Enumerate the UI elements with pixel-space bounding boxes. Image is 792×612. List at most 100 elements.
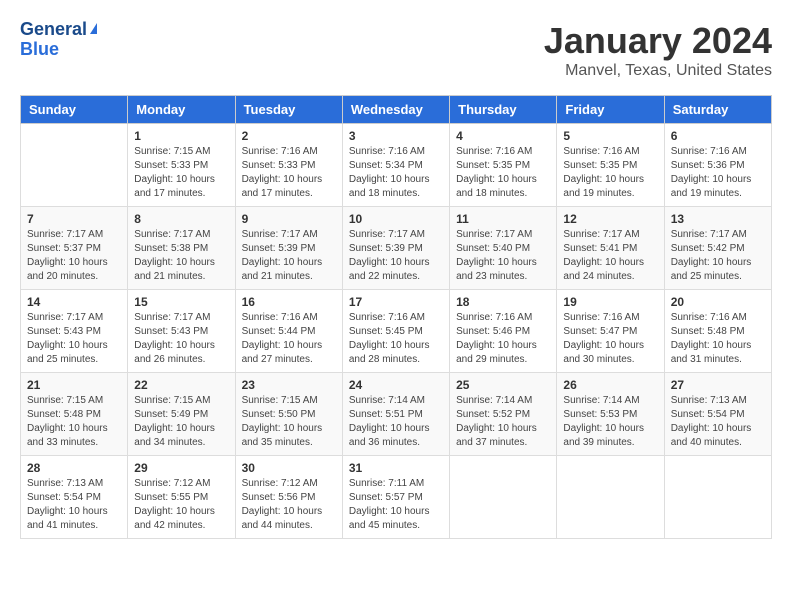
calendar-cell: 16 Sunrise: 7:16 AMSunset: 5:44 PMDayligh… [235, 290, 342, 373]
calendar-cell: 5Sunrise: 7:16 AMSunset: 5:35 PMDaylight… [557, 124, 664, 207]
day-number: 10 [349, 212, 443, 226]
weekday-header-row: SundayMondayTuesdayWednesdayThursdayFrid… [21, 96, 772, 124]
calendar-cell: 11Sunrise: 7:17 AMSunset: 5:40 PMDayligh… [450, 207, 557, 290]
calendar-cell: 4 Sunrise: 7:16 AMSunset: 5:35 PMDaylight… [450, 124, 557, 207]
day-number: 24 [349, 378, 443, 392]
day-info: Sunrise: 7:12 AMSunset: 5:55 PMDaylight:… [134, 477, 228, 533]
calendar-cell: 31 Sunrise: 7:11 AMSunset: 5:57 PMDayligh… [342, 456, 449, 539]
day-info: Sunrise: 7:12 AMSunset: 5:56 PMDaylight:… [242, 477, 336, 533]
day-info: Sunrise: 7:16 AMSunset: 5:47 PMDaylight:… [563, 311, 657, 367]
calendar-body: 1 Sunrise: 7:15 AMSunset: 5:33 PMDaylight… [21, 124, 772, 539]
day-number: 6 [671, 129, 765, 143]
calendar-cell: 24 Sunrise: 7:14 AMSunset: 5:51 PMDayligh… [342, 373, 449, 456]
weekday-header-thursday: Thursday [450, 96, 557, 124]
day-info: Sunrise: 7:15 AMSunset: 5:50 PMDaylight:… [242, 394, 336, 450]
calendar-week-3: 14 Sunrise: 7:17 AMSunset: 5:43 PMDayligh… [21, 290, 772, 373]
day-info: Sunrise: 7:14 AMSunset: 5:53 PMDaylight:… [563, 394, 657, 450]
calendar-cell: 23 Sunrise: 7:15 AMSunset: 5:50 PMDayligh… [235, 373, 342, 456]
calendar-cell: 22 Sunrise: 7:15 AMSunset: 5:49 PMDayligh… [128, 373, 235, 456]
weekday-header-monday: Monday [128, 96, 235, 124]
day-number: 20 [671, 295, 765, 309]
day-info: Sunrise: 7:16 AMSunset: 5:35 PMDaylight:… [456, 145, 550, 201]
weekday-header-wednesday: Wednesday [342, 96, 449, 124]
calendar-cell: 10Sunrise: 7:17 AMSunset: 5:39 PMDayligh… [342, 207, 449, 290]
day-info: Sunrise: 7:17 AMSunset: 5:43 PMDaylight:… [27, 311, 121, 367]
calendar-cell: 1 Sunrise: 7:15 AMSunset: 5:33 PMDaylight… [128, 124, 235, 207]
day-info: Sunrise: 7:16 AMSunset: 5:36 PMDaylight:… [671, 145, 765, 201]
day-number: 30 [242, 461, 336, 475]
day-info: Sunrise: 7:16 AMSunset: 5:44 PMDaylight:… [242, 311, 336, 367]
calendar-cell [450, 456, 557, 539]
day-info: Sunrise: 7:15 AMSunset: 5:33 PMDaylight:… [134, 145, 228, 201]
weekday-header-saturday: Saturday [664, 96, 771, 124]
day-number: 23 [242, 378, 336, 392]
day-number: 22 [134, 378, 228, 392]
day-info: Sunrise: 7:16 AMSunset: 5:48 PMDaylight:… [671, 311, 765, 367]
calendar-cell: 20 Sunrise: 7:16 AMSunset: 5:48 PMDayligh… [664, 290, 771, 373]
day-info: Sunrise: 7:16 AMSunset: 5:46 PMDaylight:… [456, 311, 550, 367]
day-info: Sunrise: 7:16 AMSunset: 5:33 PMDaylight:… [242, 145, 336, 201]
day-number: 2 [242, 129, 336, 143]
logo-blue: Blue [20, 39, 59, 59]
day-number: 7 [27, 212, 121, 226]
day-info: Sunrise: 7:17 AMSunset: 5:43 PMDaylight:… [134, 311, 228, 367]
day-info: Sunrise: 7:17 AMSunset: 5:38 PMDaylight:… [134, 228, 228, 284]
calendar-cell: 18 Sunrise: 7:16 AMSunset: 5:46 PMDayligh… [450, 290, 557, 373]
logo-general: General [20, 20, 87, 40]
day-info: Sunrise: 7:15 AMSunset: 5:49 PMDaylight:… [134, 394, 228, 450]
day-number: 31 [349, 461, 443, 475]
day-number: 21 [27, 378, 121, 392]
calendar-table: SundayMondayTuesdayWednesdayThursdayFrid… [20, 95, 772, 539]
month-title: January 2024 [544, 20, 772, 62]
calendar-cell: 25 Sunrise: 7:14 AMSunset: 5:52 PMDayligh… [450, 373, 557, 456]
day-info: Sunrise: 7:14 AMSunset: 5:52 PMDaylight:… [456, 394, 550, 450]
day-number: 27 [671, 378, 765, 392]
calendar-cell: 15Sunrise: 7:17 AMSunset: 5:43 PMDayligh… [128, 290, 235, 373]
day-info: Sunrise: 7:16 AMSunset: 5:34 PMDaylight:… [349, 145, 443, 201]
calendar-cell: 8 Sunrise: 7:17 AMSunset: 5:38 PMDaylight… [128, 207, 235, 290]
calendar-cell: 12Sunrise: 7:17 AMSunset: 5:41 PMDayligh… [557, 207, 664, 290]
day-number: 18 [456, 295, 550, 309]
calendar-week-1: 1 Sunrise: 7:15 AMSunset: 5:33 PMDaylight… [21, 124, 772, 207]
day-info: Sunrise: 7:15 AMSunset: 5:48 PMDaylight:… [27, 394, 121, 450]
day-info: Sunrise: 7:13 AMSunset: 5:54 PMDaylight:… [27, 477, 121, 533]
day-number: 3 [349, 129, 443, 143]
day-info: Sunrise: 7:16 AMSunset: 5:35 PMDaylight:… [563, 145, 657, 201]
day-number: 16 [242, 295, 336, 309]
day-number: 1 [134, 129, 228, 143]
calendar-cell: 27 Sunrise: 7:13 AMSunset: 5:54 PMDayligh… [664, 373, 771, 456]
location-title: Manvel, Texas, United States [544, 62, 772, 80]
calendar-cell [21, 124, 128, 207]
calendar-cell: 19 Sunrise: 7:16 AMSunset: 5:47 PMDayligh… [557, 290, 664, 373]
calendar-cell: 28 Sunrise: 7:13 AMSunset: 5:54 PMDayligh… [21, 456, 128, 539]
calendar-cell: 17Sunrise: 7:16 AMSunset: 5:45 PMDayligh… [342, 290, 449, 373]
calendar-cell: 29Sunrise: 7:12 AMSunset: 5:55 PMDayligh… [128, 456, 235, 539]
day-number: 8 [134, 212, 228, 226]
weekday-header-tuesday: Tuesday [235, 96, 342, 124]
day-number: 25 [456, 378, 550, 392]
calendar-cell: 3 Sunrise: 7:16 AMSunset: 5:34 PMDaylight… [342, 124, 449, 207]
day-number: 28 [27, 461, 121, 475]
day-info: Sunrise: 7:14 AMSunset: 5:51 PMDaylight:… [349, 394, 443, 450]
day-number: 4 [456, 129, 550, 143]
calendar-week-5: 28 Sunrise: 7:13 AMSunset: 5:54 PMDayligh… [21, 456, 772, 539]
day-info: Sunrise: 7:11 AMSunset: 5:57 PMDaylight:… [349, 477, 443, 533]
day-number: 17 [349, 295, 443, 309]
weekday-header-sunday: Sunday [21, 96, 128, 124]
calendar-cell: 30 Sunrise: 7:12 AMSunset: 5:56 PMDayligh… [235, 456, 342, 539]
calendar-cell: 13Sunrise: 7:17 AMSunset: 5:42 PMDayligh… [664, 207, 771, 290]
day-number: 26 [563, 378, 657, 392]
day-number: 19 [563, 295, 657, 309]
day-info: Sunrise: 7:13 AMSunset: 5:54 PMDaylight:… [671, 394, 765, 450]
calendar-cell [557, 456, 664, 539]
day-number: 11 [456, 212, 550, 226]
day-number: 9 [242, 212, 336, 226]
calendar-week-2: 7Sunrise: 7:17 AMSunset: 5:37 PMDaylight… [21, 207, 772, 290]
day-number: 14 [27, 295, 121, 309]
logo: General Blue [20, 20, 97, 60]
calendar-week-4: 21 Sunrise: 7:15 AMSunset: 5:48 PMDayligh… [21, 373, 772, 456]
calendar-cell: 2 Sunrise: 7:16 AMSunset: 5:33 PMDaylight… [235, 124, 342, 207]
header: General Blue January 2024 Manvel, Texas,… [20, 20, 772, 80]
calendar-cell: 7Sunrise: 7:17 AMSunset: 5:37 PMDaylight… [21, 207, 128, 290]
calendar-cell: 14 Sunrise: 7:17 AMSunset: 5:43 PMDayligh… [21, 290, 128, 373]
